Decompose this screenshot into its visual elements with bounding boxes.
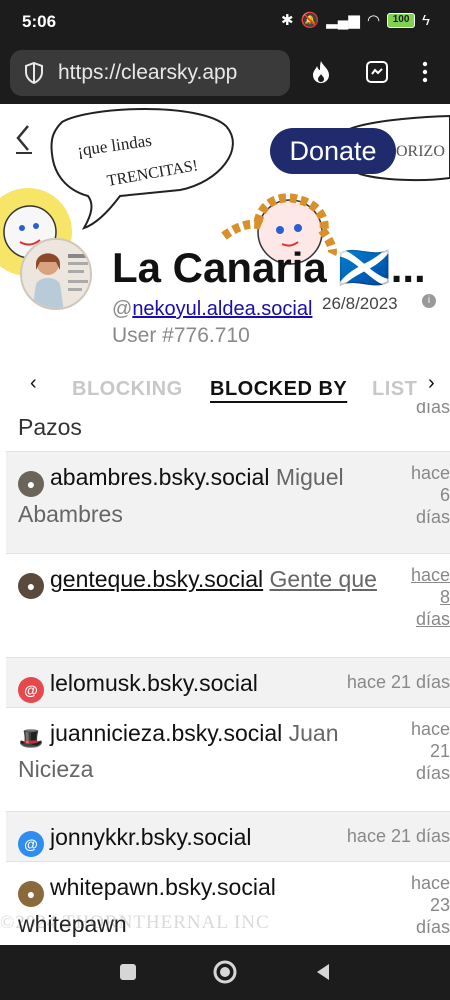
- hat-avatar-icon: 🎩: [18, 728, 44, 750]
- svg-text:TRENCITAS!: TRENCITAS!: [106, 157, 200, 190]
- footer-watermark: ©2024 THORNTHERNAL INC: [0, 912, 270, 933]
- mute-icon: 🔕: [300, 12, 320, 29]
- info-icon[interactable]: i: [422, 294, 436, 308]
- status-time: 5:06: [22, 12, 57, 31]
- back-icon[interactable]: [310, 959, 336, 985]
- flame-icon[interactable]: [307, 58, 335, 86]
- row-handle[interactable]: lelomusk.bsky.social: [50, 670, 258, 696]
- row-content: ● genteque.bsky.social Gente que: [18, 562, 390, 599]
- home-icon[interactable]: [212, 959, 238, 985]
- profile-handle-link[interactable]: nekoyul.aldea.social: [132, 298, 312, 320]
- row-handle[interactable]: genteque.bsky.social: [50, 566, 263, 592]
- row-handle[interactable]: whitepawn.bsky.social: [50, 874, 276, 900]
- tab-switcher-icon[interactable]: [363, 58, 391, 86]
- wifi-icon: ◠: [366, 12, 381, 29]
- tab-blocking[interactable]: BLOCKING: [72, 378, 183, 401]
- list-item[interactable]: @ jonnykkr.bsky.social hace 21 días: [6, 812, 450, 862]
- svg-text:ORIZO: ORIZO: [396, 143, 445, 160]
- tab-bar: ‹ BLOCKING BLOCKED BY LIST ›: [0, 370, 450, 402]
- svg-text:¡que lindas: ¡que lindas: [76, 131, 153, 160]
- row-handle[interactable]: jonnykkr.bsky.social: [50, 824, 252, 850]
- battery-icon: 100: [387, 12, 416, 28]
- profile-display-name: La Canaria 🏴󠁧󠁢󠁳󠁣󠁴󠁿...: [112, 244, 426, 291]
- join-date: 26/8/2023: [322, 294, 398, 313]
- row-display-name[interactable]: Gente que: [270, 566, 377, 592]
- list-item[interactable]: 🎩 juannicieza.bsky.social Juan Nicieza ha…: [6, 708, 450, 812]
- bluetooth-icon: ✱: [280, 12, 294, 29]
- row-time: hace 23 días: [410, 873, 450, 937]
- row-content: ● abambres.bsky.social Miguel Abambres: [18, 460, 390, 531]
- row-display-name: Pazos: [18, 414, 82, 440]
- user-avatar: ●: [18, 881, 44, 907]
- profile-handle: @nekoyul.aldea.social: [112, 298, 312, 321]
- row-time: hace 8 días: [410, 565, 450, 629]
- more-menu-icon[interactable]: [411, 58, 439, 86]
- handle-prefix: @: [112, 298, 133, 320]
- system-nav-bar: [0, 945, 450, 1000]
- status-icons: ✱ 🔕 ▂▄▆ ◠ 100 ϟ: [280, 11, 430, 30]
- user-number: User #776.710: [112, 324, 250, 347]
- row-handle[interactable]: abambres.bsky.social: [50, 464, 269, 490]
- row-time: días: [415, 402, 450, 417]
- row-time: hace 21 días: [410, 719, 450, 783]
- tab-blocked-by[interactable]: BLOCKED BY: [210, 378, 347, 401]
- browser-toolbar: https://clearsky.app: [0, 44, 450, 104]
- profile-avatar: [20, 238, 92, 310]
- tab-lists[interactable]: LIST: [372, 378, 418, 401]
- donate-button[interactable]: Donate: [270, 128, 396, 174]
- user-avatar: ●: [18, 471, 44, 497]
- row-content: Pazos: [18, 410, 390, 444]
- row-handle[interactable]: juannicieza.bsky.social: [50, 720, 282, 746]
- blocked-by-list: Pazos días ● abambres.bsky.social Miguel …: [6, 402, 450, 945]
- shield-icon[interactable]: [24, 61, 44, 89]
- url-bar[interactable]: https://clearsky.app: [10, 50, 290, 96]
- at-sign-avatar-icon: @: [18, 677, 44, 703]
- page-content: ¡que lindas TRENCITAS! ORIZO Donate La C…: [0, 104, 450, 945]
- row-time: hace 6 días: [410, 463, 450, 527]
- recents-icon[interactable]: [115, 959, 141, 985]
- at-sign-avatar-icon: @: [18, 831, 44, 857]
- list-item[interactable]: ● abambres.bsky.social Miguel Abambres ha…: [6, 452, 450, 554]
- tab-left-arrow-icon[interactable]: ‹: [30, 372, 37, 395]
- user-avatar: ●: [18, 573, 44, 599]
- row-time: hace 21 días: [346, 826, 450, 846]
- signal-icon: ▂▄▆: [326, 12, 360, 29]
- back-arrow-icon[interactable]: [14, 122, 34, 163]
- url-text[interactable]: https://clearsky.app: [58, 61, 237, 85]
- charging-icon: ϟ: [422, 11, 430, 29]
- status-bar: 5:06 ✱ 🔕 ▂▄▆ ◠ 100 ϟ: [0, 0, 450, 44]
- list-item[interactable]: Pazos días: [6, 402, 450, 452]
- row-time: hace 21 días: [346, 672, 450, 692]
- list-item[interactable]: @ lelomusk.bsky.social hace 21 días: [6, 658, 450, 708]
- list-item[interactable]: ● genteque.bsky.social Gente que hace 8 d…: [6, 554, 450, 658]
- tab-right-arrow-icon[interactable]: ›: [428, 372, 435, 395]
- row-content: 🎩 juannicieza.bsky.social Juan Nicieza: [18, 716, 390, 786]
